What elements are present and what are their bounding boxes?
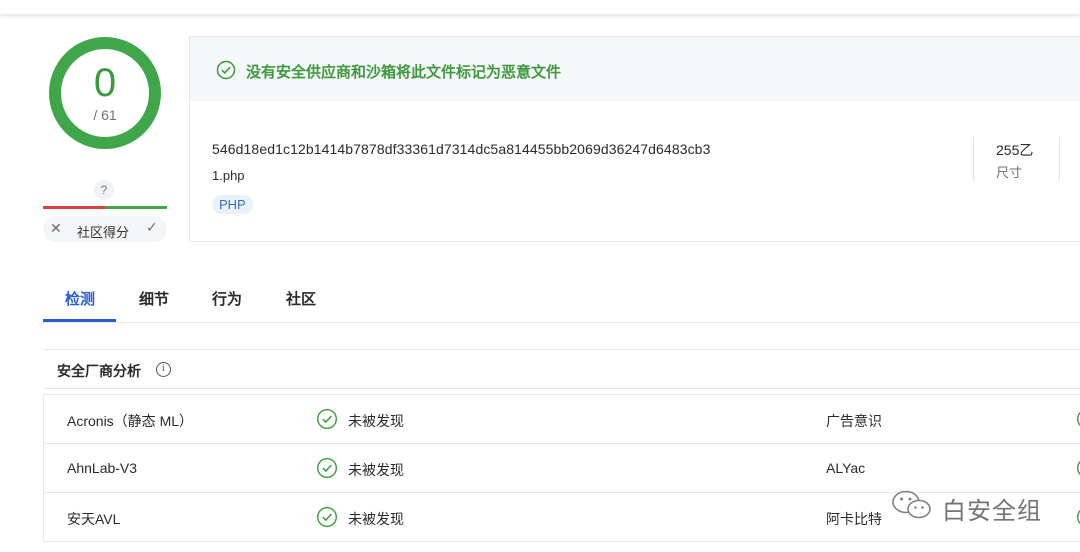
file-hash[interactable]: 546d18ed1c12b1414b7878df33361d7314dc5a81… — [212, 141, 710, 157]
vendor-name: Acronis（静态 ML） — [67, 413, 194, 429]
table-row: Acronis（静态 ML） 未被发现 广告意识 — [43, 394, 1080, 443]
check-circle-icon — [316, 457, 338, 479]
vendor-status-text: 未被发现 — [348, 462, 404, 478]
close-icon[interactable]: ✕ — [50, 220, 62, 237]
file-summary-card: 没有安全供应商和沙箱将此文件标记为恶意文件 546d18ed1c12b1414b… — [189, 36, 1080, 242]
community-vote-bar — [43, 206, 167, 209]
vendor-status-text: 未被发现 — [348, 413, 404, 429]
divider — [973, 137, 974, 181]
check-circle-icon — [1077, 460, 1080, 476]
vendor-name: AhnLab-V3 — [67, 460, 138, 476]
community-score: ? ✕ 社区得分 ✓ — [43, 178, 167, 244]
wechat-icon — [892, 490, 931, 519]
community-score-label: 社区得分 — [77, 225, 130, 240]
active-tab-indicator — [43, 319, 116, 322]
tab-detection[interactable]: 检测 — [65, 288, 95, 309]
vendor-analysis-header: 安全厂商分析 i — [43, 349, 1080, 389]
table-row: AhnLab-V3 未被发现 ALYac — [43, 443, 1080, 492]
top-navigation-bar — [0, 0, 1080, 14]
file-type-tag[interactable]: PHP — [212, 195, 253, 214]
vendor-name: 广告意识 — [826, 413, 882, 429]
verdict-banner: 没有安全供应商和沙箱将此文件标记为恶意文件 — [190, 37, 1080, 101]
check-circle-icon — [1077, 509, 1080, 525]
total-engines: / 61 — [93, 107, 117, 123]
divider — [1059, 137, 1060, 181]
detection-score: 0 / 61 — [48, 36, 162, 150]
vendor-status-text: 未被发现 — [348, 511, 404, 527]
check-circle-icon — [316, 408, 338, 430]
community-score-badge: ? — [94, 180, 114, 200]
check-icon[interactable]: ✓ — [146, 219, 158, 236]
community-vote-row: ✕ 社区得分 ✓ — [43, 216, 167, 242]
check-circle-icon — [216, 60, 236, 80]
vendor-name: 阿卡比特 — [826, 511, 882, 527]
watermark-text: 白安全组 — [942, 498, 1042, 525]
tab-community[interactable]: 社区 — [286, 288, 316, 309]
file-size-value: 255乙 — [996, 142, 1034, 158]
file-name: 1.php — [212, 168, 245, 183]
check-circle-icon — [1077, 411, 1080, 427]
tab-behavior[interactable]: 行为 — [212, 288, 242, 309]
detection-count: 0 — [93, 61, 117, 105]
section-title: 安全厂商分析 — [57, 363, 141, 379]
watermark: 白安全组 — [890, 488, 1060, 525]
vendor-name: 安天AVL — [67, 511, 121, 527]
verdict-text: 没有安全供应商和沙箱将此文件标记为恶意文件 — [246, 64, 562, 81]
report-tabs: 检测 细节 行为 社区 — [43, 272, 1080, 323]
check-circle-icon — [316, 506, 338, 528]
community-vote-bar-negative — [43, 206, 105, 209]
info-icon[interactable]: i — [156, 362, 171, 377]
file-size-label: 尺寸 — [996, 165, 1023, 180]
vendor-name: ALYac — [826, 460, 866, 476]
tab-details[interactable]: 细节 — [139, 288, 169, 309]
